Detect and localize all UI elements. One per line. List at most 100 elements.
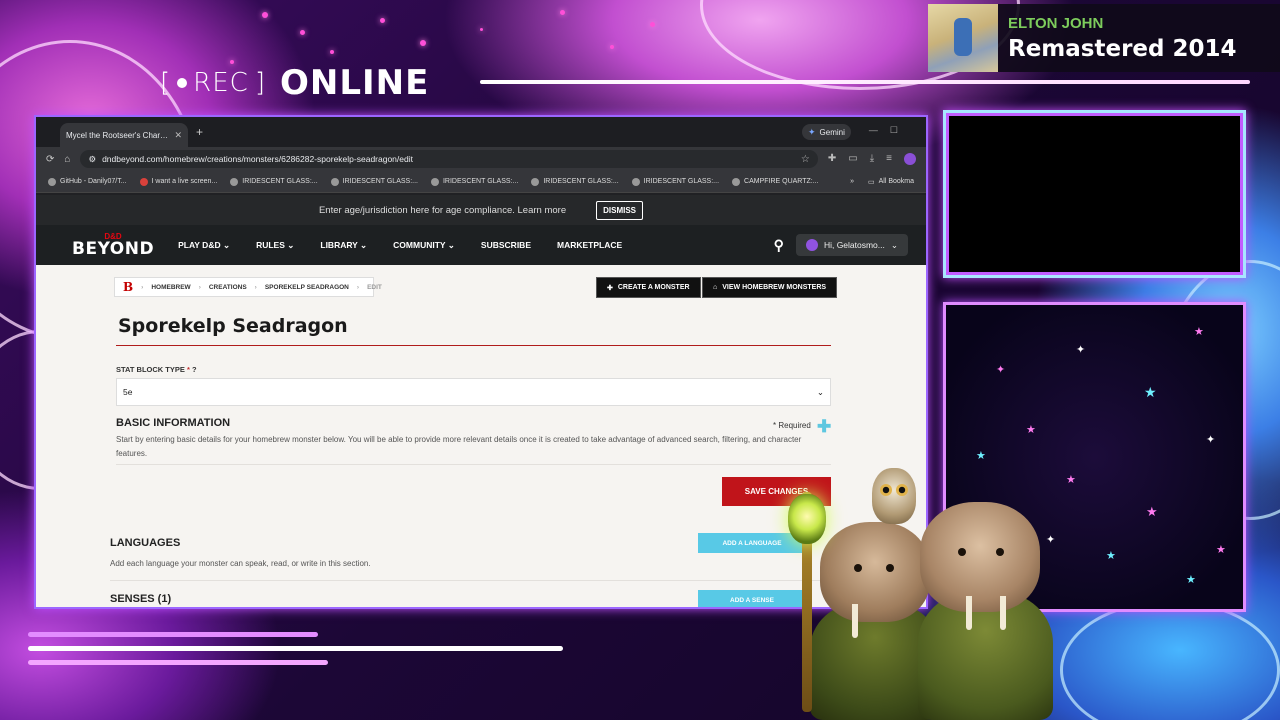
download-icon[interactable]: ⤓ [870,153,874,165]
bookmark-item[interactable]: GitHub - Danily07/T... [48,177,127,186]
window-controls[interactable]: —☐ [869,125,910,136]
browser-tab[interactable]: Mycel the Rootseer's Character ✕ [60,123,188,147]
bookmark-item[interactable]: IRIDESCENT GLASS:... [330,177,418,186]
page-icon [430,177,439,186]
tab-title: Mycel the Rootseer's Character [66,130,171,140]
all-bookmarks-folder[interactable]: ▭ All Bookma [868,178,914,186]
album-art [928,4,998,72]
page-title: Sporekelp Seadragon [118,315,348,337]
decor-line [28,646,563,651]
star-icon: ★ [1026,424,1036,436]
sparkle-dot [560,10,565,15]
section-divider [110,580,830,581]
cast-icon[interactable]: ▭ [848,153,857,165]
close-icon[interactable]: ✕ [174,130,182,141]
now-playing-artist: ELTON JOHN [1008,14,1104,32]
basic-info-title: BASIC INFORMATION [116,417,231,429]
github-icon [48,177,56,186]
rec-indicator: [ REC ] [160,68,266,98]
star-icon: ★ [1106,550,1116,562]
bookmarks-bar: GitHub - Danily07/T... I want a live scr… [36,171,926,193]
senses-title: SENSES (1) [110,593,172,605]
sparkle-dot [650,22,655,27]
dismiss-button[interactable]: DISMISS [596,200,644,220]
decor-line [28,632,318,637]
url-text: dndbeyond.com/homebrew/creations/monster… [102,154,413,164]
sparkle-dot [480,28,483,31]
age-compliance-banner: Enter age/jurisdiction here for age comp… [36,195,926,225]
tab-strip: Mycel the Rootseer's Character ✕ + ✦ Gem… [36,117,926,147]
search-icon[interactable]: ⚲ [774,237,784,254]
toolbar-icons: ✚ ▭ ⤓ ≡ [828,153,916,165]
home-icon[interactable]: ⌂ [64,154,70,165]
nav-subscribe[interactable]: SUBSCRIBE [481,240,531,251]
nav-play-dnd[interactable]: PLAY D&D ⌄ [178,240,230,251]
logo-text: BEYOND [72,239,155,259]
glowing-orb [788,494,826,544]
star-icon: ★ [1066,474,1076,486]
reddit-icon [139,177,148,186]
user-menu[interactable]: Hi, Gelatosmo... ⌄ [795,234,908,256]
star-icon: ★ [976,450,986,462]
nav-library[interactable]: LIBRARY ⌄ [320,240,367,251]
breadcrumb-logo[interactable]: B [123,280,133,294]
bookmark-item[interactable]: CAMPFIRE QUARTZ:... [732,177,819,186]
stat-block-select[interactable]: 5e ⌄ [116,378,831,406]
url-input[interactable]: ⚙ dndbeyond.com/homebrew/creations/monst… [80,150,818,168]
star-icon: ★ [1146,504,1158,519]
record-dot-icon [177,78,188,88]
expand-plus-icon[interactable]: ✚ [817,417,831,437]
bookmark-star-icon[interactable]: ☆ [801,154,810,165]
chevron-down-icon: ⌄ [816,386,824,397]
nav-marketplace[interactable]: MARKETPLACE [557,240,622,251]
sparkle-dot [380,18,385,23]
stat-block-value: 5e [123,387,133,397]
help-icon[interactable]: ? [192,365,197,374]
breadcrumb: B › HOMEBREW › CREATIONS › SPOREKELP SEA… [114,277,382,297]
profile-avatar[interactable] [904,153,916,165]
bookmark-item[interactable]: I want a live screen... [139,177,217,186]
menu-lines-icon[interactable]: ≡ [886,153,892,165]
reload-icon[interactable]: ⟳ [46,154,54,165]
sparkle-dot [330,50,334,54]
page-icon [732,177,741,186]
star-icon: ★ [1194,326,1204,338]
sparkle-dot [420,40,426,46]
now-playing-title: Remastered 2014 [1008,35,1237,62]
breadcrumb-creations[interactable]: CREATIONS [209,284,247,291]
star-icon: ★ [1186,574,1196,586]
star-icon: ✦ [1076,344,1086,356]
create-monster-button[interactable]: ✚ CREATE A MONSTER [596,277,701,298]
plus-icon: ✚ [607,284,613,292]
bookmark-item[interactable]: IRIDESCENT GLASS:... [230,177,318,186]
site-navbar: D&D BEYOND PLAY D&D ⌄ RULES ⌄ LIBRARY ⌄ … [36,225,926,265]
rec-status: [ REC ] ONLINE [160,63,429,103]
webcam-panel [943,110,1246,278]
folder-icon: ▭ [867,178,875,186]
bookmarks-overflow-icon[interactable]: » [850,178,854,186]
view-homebrew-button[interactable]: ⌂ VIEW HOMEBREW MONSTERS [702,277,838,298]
site-info-icon[interactable]: ⚙ [88,154,96,165]
star-icon: ✦ [996,364,1006,376]
globe-icon [230,177,239,186]
breadcrumb-homebrew[interactable]: HOMEBREW [151,284,190,291]
breadcrumb-monster[interactable]: SPOREKELP SEADRAGON [265,284,349,291]
home-icon: ⌂ [713,284,718,291]
dndbeyond-logo[interactable]: D&D BEYOND [72,233,155,259]
nav-rules[interactable]: RULES ⌄ [256,240,294,251]
address-bar: ⟳ ⌂ ⚙ dndbeyond.com/homebrew/creations/m… [36,147,926,171]
bookmark-item[interactable]: IRIDESCENT GLASS:... [631,177,719,186]
extensions-icon[interactable]: ✚ [828,153,836,165]
bookmark-item[interactable]: IRIDESCENT GLASS:... [531,177,619,186]
new-tab-button[interactable]: + [196,125,203,139]
bookmark-item[interactable]: IRIDESCENT GLASS:... [430,177,518,186]
swirl-decoration [1060,600,1280,720]
user-greeting: Hi, Gelatosmo... [823,240,885,250]
gemini-button[interactable]: ✦ Gemini [802,124,851,140]
languages-description: Add each language your monster can speak… [110,559,371,568]
age-compliance-text[interactable]: Enter age/jurisdiction here for age comp… [319,205,566,216]
sparkle-dot [300,30,305,35]
nav-community[interactable]: COMMUNITY ⌄ [393,240,455,251]
breadcrumb-edit: EDIT [367,283,382,291]
page-icon [531,177,540,186]
